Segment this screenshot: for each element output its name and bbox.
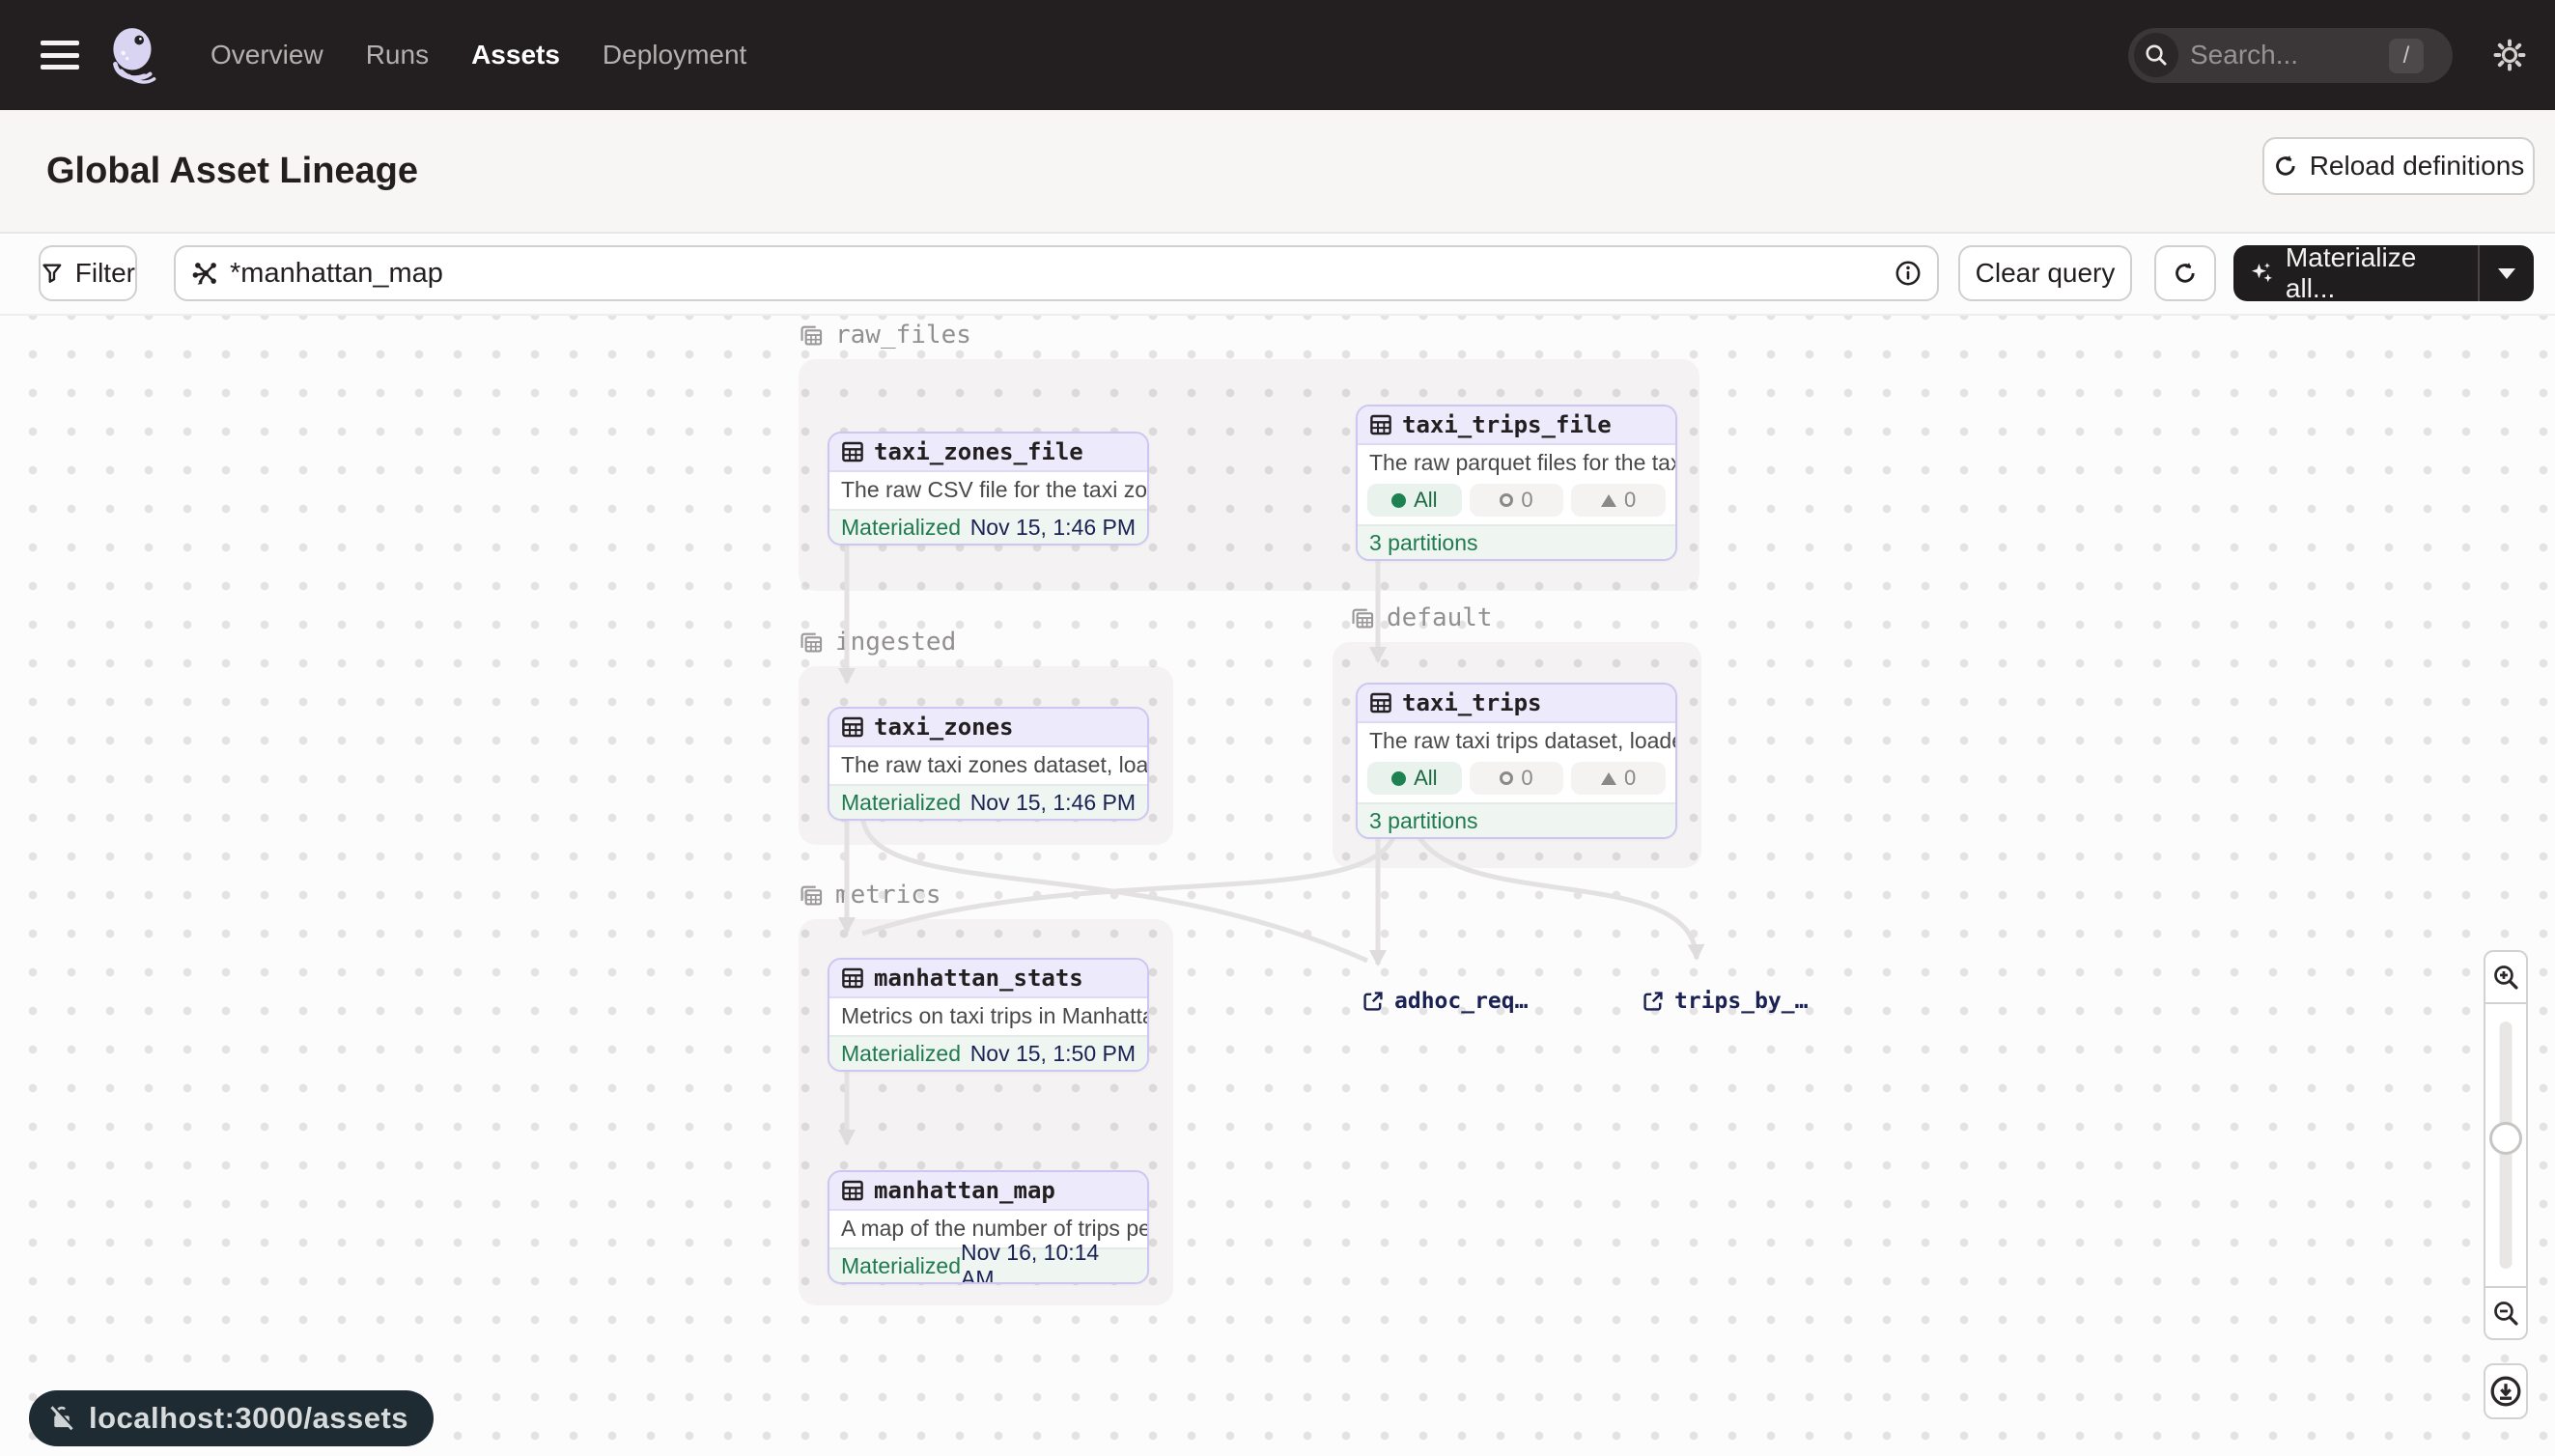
lineage-canvas[interactable]: raw_files ingested default metrics [0, 316, 2555, 1456]
settings-gear-icon[interactable] [2493, 39, 2526, 71]
clear-query-button[interactable]: Clear query [1958, 245, 2132, 301]
status-label: Materialized [841, 1253, 961, 1279]
group-label-raw-files: raw_files [799, 321, 971, 350]
page-header: Global Asset Lineage Reload definitions [0, 110, 2555, 234]
asset-selection-input-wrap [174, 245, 1939, 301]
partition-health-badges: All 0 0 [1358, 760, 1675, 802]
sparkle-icon [2249, 259, 2276, 288]
asset-graph-icon [191, 259, 220, 288]
search-icon [2134, 33, 2178, 77]
external-asset-trips-by-week[interactable]: trips_by_… [1642, 989, 1808, 1014]
asset-node-taxi-trips-file[interactable]: taxi_trips_file The raw parquet files fo… [1356, 405, 1677, 561]
reload-icon [2273, 154, 2298, 179]
tab-deployment[interactable]: Deployment [603, 40, 746, 70]
asset-group-icon [799, 882, 824, 908]
nav-tabs: Overview Runs Assets Deployment [211, 40, 746, 70]
asset-group-icon [799, 322, 824, 348]
filter-button[interactable]: Filter [39, 245, 137, 301]
status-label: Materialized [841, 515, 961, 541]
tab-overview[interactable]: Overview [211, 40, 323, 70]
zoom-in-button[interactable] [2485, 952, 2526, 1002]
zoom-slider-thumb[interactable] [2489, 1122, 2522, 1155]
asset-node-manhattan-map[interactable]: manhattan_map A map of the number of tri… [828, 1170, 1149, 1284]
status-url: localhost:3000/assets [89, 1401, 408, 1436]
reload-definitions-button[interactable]: Reload definitions [2262, 137, 2535, 195]
hamburger-menu-icon[interactable] [41, 41, 79, 70]
external-link-icon [1642, 990, 1665, 1013]
asset-node-taxi-zones-file[interactable]: taxi_zones_file The raw CSV file for the… [828, 432, 1149, 546]
download-image-button[interactable] [2484, 1363, 2528, 1419]
table-icon [841, 715, 864, 739]
materialization-timestamp: Nov 15, 1:46 PM [970, 515, 1136, 541]
table-icon [841, 1179, 864, 1202]
table-icon [1369, 691, 1392, 714]
materialization-timestamp: Nov 15, 1:46 PM [970, 790, 1136, 816]
tab-runs[interactable]: Runs [366, 40, 429, 70]
group-label-default: default [1350, 603, 1493, 632]
materialize-all-button[interactable]: Materialize all... [2233, 245, 2534, 301]
asset-node-taxi-trips[interactable]: taxi_trips The raw taxi trips dataset, l… [1356, 683, 1677, 839]
triangle-icon [1601, 494, 1616, 507]
global-search[interactable]: / [2128, 28, 2453, 83]
zoom-controls [2484, 950, 2528, 1340]
search-input[interactable] [2190, 40, 2364, 70]
dagster-logo-icon[interactable] [102, 16, 166, 94]
tab-assets[interactable]: Assets [471, 40, 560, 70]
badge-failed-partitions[interactable]: 0 [1571, 484, 1666, 517]
badge-all-partitions[interactable]: All [1367, 762, 1462, 795]
zoom-out-button[interactable] [2485, 1288, 2526, 1338]
badge-all-partitions[interactable]: All [1367, 484, 1462, 517]
query-info-icon[interactable] [1895, 260, 1922, 287]
top-nav-bar: Overview Runs Assets Deployment / [0, 0, 2555, 110]
page-title: Global Asset Lineage [46, 151, 418, 192]
circle-outline-icon [1500, 493, 1513, 507]
table-icon [841, 966, 864, 990]
partitions-count: 3 partitions [1369, 530, 1478, 556]
circle-outline-icon [1500, 771, 1513, 785]
refresh-icon [2173, 261, 2198, 286]
materialization-timestamp: Nov 16, 10:14 AM [961, 1240, 1136, 1284]
asset-selection-input[interactable] [230, 258, 1895, 290]
lineage-toolbar: Filter Clear query [0, 234, 2555, 316]
asset-node-taxi-zones[interactable]: taxi_zones The raw taxi zones dataset, l… [828, 707, 1149, 821]
materialization-timestamp: Nov 15, 1:50 PM [970, 1041, 1136, 1067]
status-label: Materialized [841, 790, 961, 816]
success-dot-icon [1391, 771, 1406, 786]
status-label: Materialized [841, 1041, 961, 1067]
triangle-icon [1601, 772, 1616, 785]
caret-down-icon [2498, 268, 2515, 279]
table-icon [841, 440, 864, 463]
search-shortcut-key: / [2389, 39, 2424, 73]
group-label-metrics: metrics [799, 881, 941, 910]
external-asset-adhoc-request[interactable]: adhoc_req… [1362, 989, 1528, 1014]
badge-missing-partitions[interactable]: 0 [1470, 762, 1564, 795]
asset-group-icon [1350, 605, 1375, 630]
refresh-graph-button[interactable] [2154, 245, 2216, 301]
badge-failed-partitions[interactable]: 0 [1571, 762, 1666, 795]
asset-node-manhattan-stats[interactable]: manhattan_stats Metrics on taxi trips in… [828, 958, 1149, 1072]
insecure-lock-icon [46, 1403, 77, 1434]
materialize-dropdown-caret[interactable] [2478, 245, 2534, 301]
zoom-slider[interactable] [2485, 1002, 2526, 1288]
external-link-icon [1362, 990, 1385, 1013]
funnel-icon [41, 262, 64, 285]
badge-missing-partitions[interactable]: 0 [1470, 484, 1564, 517]
success-dot-icon [1391, 493, 1406, 508]
partition-health-badges: All 0 0 [1358, 482, 1675, 524]
asset-group-icon [799, 630, 824, 655]
group-label-ingested: ingested [799, 628, 956, 657]
partitions-count: 3 partitions [1369, 808, 1478, 834]
table-icon [1369, 413, 1392, 436]
browser-status-bubble: localhost:3000/assets [29, 1390, 434, 1446]
